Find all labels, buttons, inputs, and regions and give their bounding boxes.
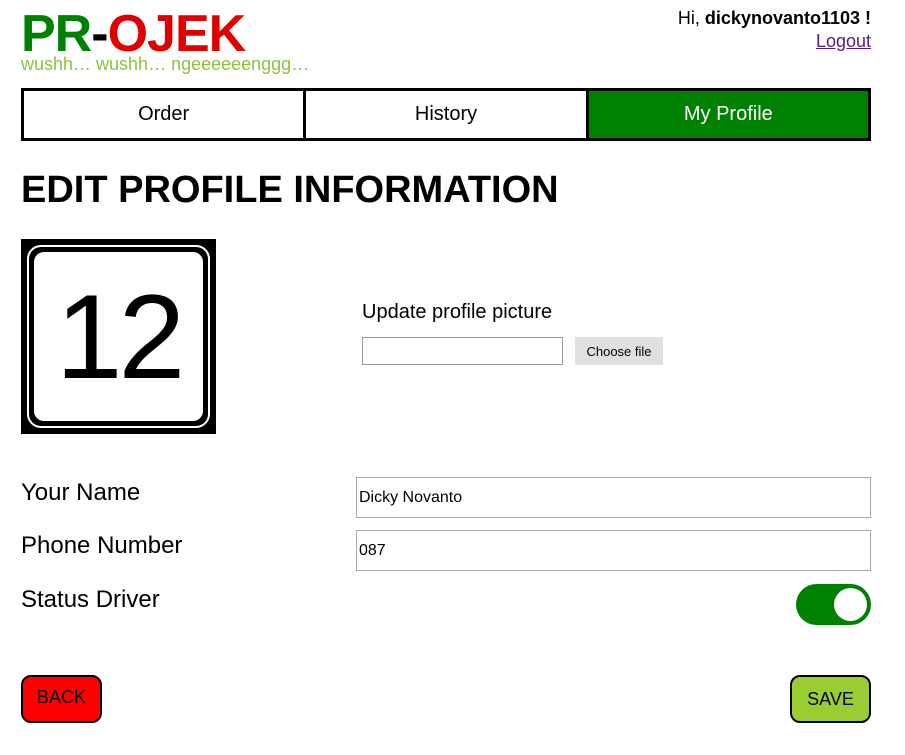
back-button[interactable]: BACK <box>21 675 102 723</box>
page-title: EDIT PROFILE INFORMATION <box>21 169 559 211</box>
phone-input[interactable] <box>356 530 871 571</box>
file-path-field[interactable] <box>362 337 563 365</box>
status-driver-label: Status Driver <box>21 586 160 613</box>
app-tagline: wushh… wushh… ngeeeeeenggg… <box>21 54 310 74</box>
logout-link[interactable]: Logout <box>816 31 871 52</box>
status-driver-toggle[interactable] <box>796 584 871 625</box>
username: dickynovanto1103 <box>704 8 860 28</box>
main-nav: Order History My Profile <box>21 88 871 141</box>
user-greeting: Hi, dickynovanto1103 ! <box>678 8 871 29</box>
update-picture-label: Update profile picture <box>362 301 553 323</box>
phone-label: Phone Number <box>21 532 183 559</box>
greeting-prefix: Hi, <box>677 8 705 28</box>
greeting-suffix: ! <box>860 8 871 28</box>
save-button[interactable]: SAVE <box>790 675 871 723</box>
profile-picture-number: 12 <box>55 269 185 404</box>
tab-history[interactable]: History <box>306 91 589 138</box>
name-input[interactable] <box>356 477 871 518</box>
name-label: Your Name <box>21 479 141 506</box>
tab-order[interactable]: Order <box>24 91 307 138</box>
profile-picture-border: 12 <box>27 245 210 428</box>
profile-picture: 12 <box>21 239 216 434</box>
profile-picture-face: 12 <box>34 252 203 421</box>
tab-my-profile[interactable]: My Profile <box>588 91 868 138</box>
choose-file-button[interactable]: Choose file <box>575 337 663 365</box>
toggle-knob <box>834 588 867 621</box>
